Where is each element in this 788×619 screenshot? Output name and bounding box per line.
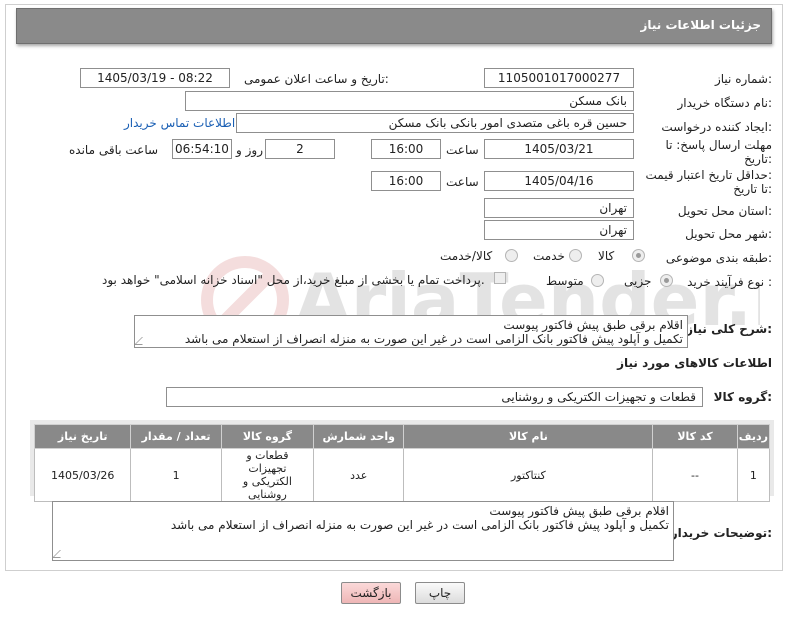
cell-name: کنتاکتور bbox=[403, 448, 654, 502]
days-label: روز و bbox=[236, 143, 263, 157]
buyer-notes-line-1: اقلام برقی طبق پیش فاکتور پیوست bbox=[489, 504, 669, 518]
creator-label: ایجاد کننده درخواست: bbox=[661, 120, 772, 134]
announce-datetime-field: 1405/03/19 - 08:22 bbox=[80, 68, 230, 88]
price-validity-date-field: 1405/04/16 bbox=[484, 171, 634, 191]
col-qty: تعداد / مقدار bbox=[130, 424, 222, 449]
buyer-org-label: نام دستگاه خریدار: bbox=[677, 96, 773, 110]
category-both-radio[interactable] bbox=[505, 249, 518, 262]
description-line-1: اقلام برقی طبق پیش فاکتور پیوست bbox=[503, 318, 683, 332]
remaining-time-field: 06:54:10 bbox=[172, 139, 232, 159]
reply-deadline-label-2: تاریخ: bbox=[744, 152, 772, 166]
reply-date-field: 1405/03/21 bbox=[484, 139, 634, 159]
price-validity-time-label: ساعت bbox=[446, 175, 479, 189]
buyer-org-field: بانک مسکن bbox=[185, 91, 634, 111]
category-goods-label: کالا bbox=[598, 249, 615, 263]
reply-time-label: ساعت bbox=[446, 143, 479, 157]
cell-row: 1 bbox=[736, 448, 771, 502]
province-label: استان محل تحویل: bbox=[677, 204, 772, 218]
items-table: ردیف کد کالا نام کالا واحد شمارش گروه کا… bbox=[33, 424, 771, 502]
purchase-medium-radio[interactable] bbox=[591, 274, 604, 287]
treasury-payment-note: پرداخت تمام یا بخشی از مبلغ خرید،از محل … bbox=[102, 273, 485, 287]
need-number-label: شماره نیاز: bbox=[714, 72, 772, 86]
creator-field: حسین قره باغی متصدی امور بانکی بانک مسکن bbox=[236, 113, 634, 133]
page-title: جزئیات اطلاعات نیاز bbox=[640, 18, 761, 32]
cell-code: -- bbox=[652, 448, 738, 502]
category-both-label: کالا/خدمت bbox=[440, 249, 493, 263]
treasury-payment-checkbox[interactable] bbox=[494, 272, 506, 284]
goods-group-field: قطعات و تجهیزات الکتریکی و روشنایی bbox=[166, 387, 703, 407]
buyer-notes-textarea[interactable]: اقلام برقی طبق پیش فاکتور پیوست تکمیل و … bbox=[52, 501, 674, 561]
buyer-notes-line-2: تکمیل و آپلود پیش فاکتور بانک الزامی است… bbox=[170, 518, 669, 532]
price-validity-label-2: تا تاریخ: bbox=[733, 182, 772, 196]
cell-date: 1405/03/26 bbox=[33, 448, 132, 502]
back-button[interactable]: بازگشت bbox=[341, 582, 401, 604]
reply-deadline-label-1: مهلت ارسال پاسخ: تا bbox=[665, 138, 772, 152]
purchase-medium-label: متوسط bbox=[546, 274, 584, 288]
col-date: تاریخ نیاز bbox=[33, 424, 132, 449]
reply-time-field: 16:00 bbox=[371, 139, 441, 159]
col-group: گروه کالا bbox=[220, 424, 315, 449]
announce-label: تاریخ و ساعت اعلان عمومی: bbox=[244, 72, 389, 86]
description-label: شرح کلی نیاز: bbox=[686, 322, 772, 336]
purchase-type-label: نوع فرآیند خرید : bbox=[687, 275, 772, 289]
goods-group-label: گروه کالا: bbox=[713, 390, 772, 404]
remaining-label: ساعت باقی مانده bbox=[69, 143, 159, 157]
buyer-contact-link[interactable]: اطلاعات تماس خریدار bbox=[124, 116, 235, 130]
category-service-radio[interactable] bbox=[569, 249, 582, 262]
category-service-label: خدمت bbox=[533, 249, 565, 263]
description-textarea[interactable]: اقلام برقی طبق پیش فاکتور پیوست تکمیل و … bbox=[134, 315, 688, 348]
goods-section-title: اطلاعات کالاهای مورد نیاز bbox=[617, 356, 772, 370]
table-row: 1 -- کنتاکتور عدد قطعات و تجهیزات الکتری… bbox=[33, 448, 771, 502]
resize-grip[interactable] bbox=[53, 550, 68, 558]
need-number-field: 1105001017000277 bbox=[484, 68, 634, 88]
category-label: طبقه بندی موضوعی: bbox=[665, 251, 772, 265]
purchase-minor-label: جزیی bbox=[624, 274, 652, 288]
description-line-2: تکمیل و آپلود پیش فاکتور بانک الزامی است… bbox=[184, 332, 683, 346]
cell-unit: عدد bbox=[313, 448, 405, 502]
col-code: کد کالا bbox=[652, 424, 738, 449]
buyer-notes-label: توضیحات خریدار: bbox=[670, 526, 772, 540]
col-row: ردیف bbox=[736, 424, 771, 449]
category-goods-radio[interactable] bbox=[632, 249, 645, 262]
city-label: شهر محل تحویل: bbox=[685, 227, 772, 241]
section-header: جزئیات اطلاعات نیاز bbox=[16, 8, 772, 44]
print-button[interactable]: چاپ bbox=[415, 582, 465, 604]
price-validity-time-field: 16:00 bbox=[371, 171, 441, 191]
days-field: 2 bbox=[265, 139, 335, 159]
col-unit: واحد شمارش bbox=[313, 424, 405, 449]
purchase-minor-radio[interactable] bbox=[660, 274, 673, 287]
cell-qty: 1 bbox=[130, 448, 222, 502]
price-validity-label-1: حداقل تاریخ اعتبار قیمت: bbox=[645, 168, 772, 182]
city-field: تهران bbox=[484, 220, 634, 240]
col-name: نام کالا bbox=[403, 424, 654, 449]
province-field: تهران bbox=[484, 198, 634, 218]
cell-group: قطعات و تجهیزات الکتریکی و روشنایی bbox=[220, 448, 315, 502]
